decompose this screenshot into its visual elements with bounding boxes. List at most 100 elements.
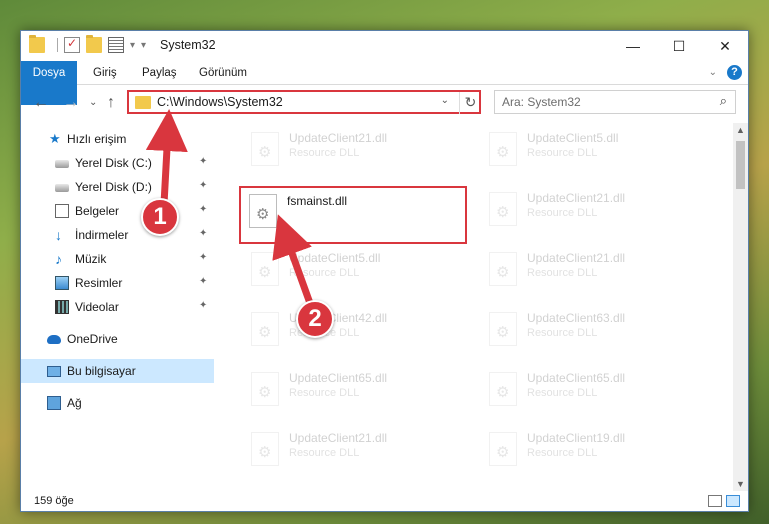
file-name: UpdateClient5.dll bbox=[289, 251, 381, 265]
scroll-down-icon[interactable]: ▼ bbox=[736, 479, 745, 489]
file-type: Resource DLL bbox=[527, 147, 598, 159]
pin-icon[interactable]: ✦ bbox=[199, 204, 207, 215]
dll-file-icon bbox=[489, 132, 517, 166]
expand-ribbon-icon[interactable]: ⌄ bbox=[709, 67, 717, 78]
properties-check-icon[interactable] bbox=[64, 36, 80, 53]
customize-qat-icon[interactable]: ▾ bbox=[141, 40, 146, 51]
file-item[interactable]: UpdateClient42.dll Resource DLL bbox=[243, 309, 463, 353]
new-folder-icon[interactable] bbox=[86, 35, 102, 53]
file-name: fsmainst.dll bbox=[287, 194, 348, 208]
sidebar-item-documents[interactable]: Belgeler ✦ bbox=[21, 199, 214, 223]
sidebar-item-label: Hızlı erişim bbox=[67, 132, 127, 146]
properties-icon[interactable] bbox=[108, 37, 124, 53]
file-item[interactable]: UpdateClient63.dll Resource DLL bbox=[481, 309, 701, 353]
maximize-button[interactable]: ☐ bbox=[656, 31, 702, 61]
sidebar-item-label: OneDrive bbox=[67, 332, 118, 346]
tab-view[interactable]: Görünüm bbox=[199, 61, 247, 85]
navigation-pane: ★ Hızlı erişim Yerel Disk (C:) ✦ Yerel D… bbox=[21, 123, 214, 491]
computer-icon bbox=[47, 366, 61, 377]
tab-home[interactable]: Giriş bbox=[93, 61, 117, 85]
tab-share[interactable]: Paylaş bbox=[142, 61, 177, 85]
file-type: Resource DLL bbox=[289, 267, 360, 279]
sidebar-item-label: Yerel Disk (C:) bbox=[75, 156, 152, 170]
qat-dropdown-icon[interactable]: ▾ bbox=[130, 40, 135, 51]
file-item[interactable]: UpdateClient19.dll Resource DLL bbox=[481, 429, 701, 473]
file-item[interactable]: UpdateClient21.dll Resource DLL bbox=[243, 129, 463, 173]
dll-file-icon bbox=[489, 192, 517, 226]
document-icon bbox=[55, 204, 69, 218]
sidebar-item-label: Resimler bbox=[75, 276, 123, 290]
file-item[interactable]: UpdateClient5.dll Resource DLL bbox=[243, 249, 463, 293]
file-item[interactable]: UpdateClient5.dll Resource DLL bbox=[481, 129, 701, 173]
pin-icon[interactable]: ✦ bbox=[199, 300, 207, 311]
ribbon-tabs: Dosya Giriş Paylaş Görünüm ⌄ ? bbox=[21, 61, 748, 105]
pin-icon[interactable]: ✦ bbox=[199, 180, 207, 191]
search-placeholder[interactable]: Ara: System32 bbox=[502, 95, 581, 109]
pin-icon[interactable]: ✦ bbox=[199, 156, 207, 167]
file-name: UpdateClient65.dll bbox=[527, 371, 626, 385]
sidebar-item-network[interactable]: Ağ bbox=[21, 391, 214, 415]
up-button[interactable]: ↑ bbox=[107, 94, 115, 112]
vertical-scrollbar[interactable]: ▲ ▼ bbox=[733, 123, 748, 491]
step-badge-2: 2 bbox=[296, 300, 334, 338]
help-icon[interactable]: ? bbox=[727, 65, 742, 80]
large-icons-view-icon[interactable] bbox=[726, 495, 740, 507]
file-type: Resource DLL bbox=[289, 147, 360, 159]
folder-icon bbox=[29, 35, 45, 53]
dll-file-icon bbox=[251, 312, 279, 346]
folder-icon bbox=[135, 96, 151, 109]
file-item[interactable]: UpdateClient21.dll Resource DLL bbox=[481, 249, 701, 293]
sidebar-item-quick-access[interactable]: ★ Hızlı erişim bbox=[21, 127, 214, 151]
forward-button[interactable]: → bbox=[63, 94, 79, 112]
sidebar-item-label: Ağ bbox=[67, 396, 82, 410]
sidebar-item-onedrive[interactable]: OneDrive bbox=[21, 327, 214, 351]
file-item-fsmainst[interactable]: fsmainst.dll bbox=[239, 186, 467, 244]
sidebar-item-videos[interactable]: Videolar ✦ bbox=[21, 295, 214, 319]
window-title: System32 bbox=[160, 38, 216, 52]
pin-icon[interactable]: ✦ bbox=[199, 228, 207, 239]
sidebar-item-label: İndirmeler bbox=[75, 228, 129, 242]
file-item[interactable]: UpdateClient21.dll Resource DLL bbox=[243, 429, 463, 473]
pin-icon[interactable]: ✦ bbox=[199, 252, 207, 263]
sidebar-item-local-disk-c[interactable]: Yerel Disk (C:) ✦ bbox=[21, 151, 214, 175]
sidebar-item-label: Belgeler bbox=[75, 204, 120, 218]
picture-icon bbox=[55, 276, 69, 290]
refresh-button[interactable]: ↻ bbox=[459, 92, 481, 114]
sidebar-item-pictures[interactable]: Resimler ✦ bbox=[21, 271, 214, 295]
item-count: 159 öğe bbox=[34, 495, 74, 507]
address-bar[interactable]: C:\Windows\System32 ⌄ bbox=[127, 90, 481, 114]
search-icon[interactable]: ⌕ bbox=[720, 93, 727, 109]
sidebar-item-label: Yerel Disk (D:) bbox=[75, 180, 152, 194]
pin-icon[interactable]: ✦ bbox=[199, 276, 207, 287]
file-item[interactable]: UpdateClient65.dll Resource DLL bbox=[243, 369, 463, 413]
navigation-bar: ← → ⌄ ↑ C:\Windows\System32 ⌄ ↻ Ara: Sys… bbox=[21, 86, 748, 120]
sidebar-item-music[interactable]: ♪ Müzik ✦ bbox=[21, 247, 214, 271]
address-path[interactable]: C:\Windows\System32 bbox=[157, 95, 283, 109]
sidebar-item-label: Videolar bbox=[75, 300, 119, 314]
recent-locations-button[interactable]: ⌄ bbox=[89, 97, 97, 108]
disk-icon bbox=[55, 184, 69, 192]
back-button[interactable]: ← bbox=[33, 94, 49, 112]
address-dropdown-icon[interactable]: ⌄ bbox=[441, 95, 449, 106]
sidebar-item-downloads[interactable]: ↓ İndirmeler ✦ bbox=[21, 223, 214, 247]
details-view-icon[interactable] bbox=[708, 495, 722, 507]
minimize-button[interactable]: — bbox=[610, 31, 656, 61]
file-name: UpdateClient21.dll bbox=[527, 251, 626, 265]
step-badge-1: 1 bbox=[141, 198, 179, 236]
close-button[interactable]: ✕ bbox=[702, 31, 748, 61]
sidebar-item-label: Bu bilgisayar bbox=[67, 364, 136, 378]
file-name: UpdateClient65.dll bbox=[289, 371, 388, 385]
file-item[interactable]: UpdateClient65.dll Resource DLL bbox=[481, 369, 701, 413]
scroll-up-icon[interactable]: ▲ bbox=[736, 125, 745, 135]
toolbar-divider bbox=[57, 38, 58, 52]
scrollbar-thumb[interactable] bbox=[736, 141, 745, 189]
file-name: UpdateClient63.dll bbox=[527, 311, 626, 325]
file-item[interactable]: UpdateClient21.dll Resource DLL bbox=[481, 189, 701, 233]
cloud-icon bbox=[47, 335, 61, 344]
sidebar-item-local-disk-d[interactable]: Yerel Disk (D:) ✦ bbox=[21, 175, 214, 199]
search-box[interactable]: Ara: System32 ⌕ bbox=[494, 90, 736, 114]
file-type: Resource DLL bbox=[527, 207, 598, 219]
sidebar-item-this-pc[interactable]: Bu bilgisayar bbox=[21, 359, 214, 383]
dll-file-icon bbox=[251, 372, 279, 406]
title-bar: ▾ ▾ System32 — ☐ ✕ bbox=[21, 31, 748, 61]
